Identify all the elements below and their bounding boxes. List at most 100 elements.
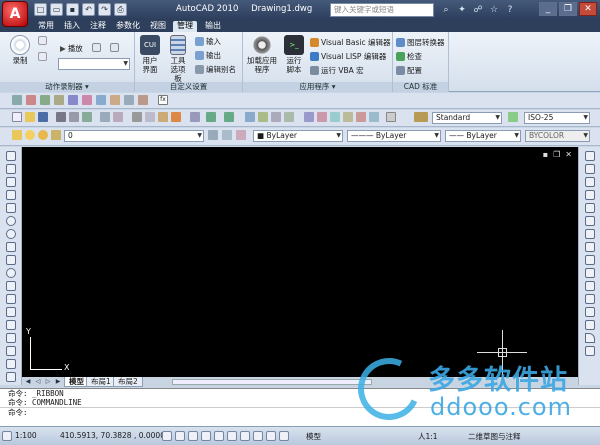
stretch-icon[interactable]: [585, 255, 595, 265]
make-current-icon[interactable]: [208, 130, 218, 140]
hatch-icon[interactable]: [6, 333, 16, 343]
color-select[interactable]: ■ ByLayer ▼: [253, 130, 343, 142]
communication-icon[interactable]: ☍: [472, 4, 484, 16]
minimize-icon[interactable]: ▪: [543, 150, 548, 159]
break-icon[interactable]: [585, 294, 595, 304]
rectangle-icon[interactable]: [6, 203, 16, 213]
redo-icon[interactable]: [224, 112, 234, 122]
toolbar-icon[interactable]: [124, 95, 134, 105]
arc-icon[interactable]: [6, 216, 16, 226]
binoculars-icon[interactable]: ⌕: [440, 4, 452, 16]
minimize-icon[interactable]: _: [539, 2, 557, 16]
toolbar-icon[interactable]: [113, 112, 123, 122]
scale-icon[interactable]: [2, 431, 12, 441]
dim-style-select[interactable]: ISO-25 ▼: [524, 112, 590, 124]
new-icon[interactable]: [12, 112, 22, 122]
drawing-canvas[interactable]: ▪ ❐ ✕ Y X: [22, 147, 578, 377]
table-icon[interactable]: [6, 372, 16, 382]
recorder-icon-3[interactable]: [92, 43, 101, 52]
copy-icon[interactable]: [585, 164, 595, 174]
tab-view[interactable]: 视图: [146, 21, 170, 32]
subscription-icon[interactable]: ✦: [456, 4, 468, 16]
plot-icon[interactable]: ⎙: [114, 3, 127, 16]
toolbar-icon[interactable]: [82, 95, 92, 105]
layer-translator-button[interactable]: 图层转换器: [396, 37, 445, 48]
tab-manage[interactable]: 管理: [173, 21, 197, 32]
scale-icon[interactable]: [585, 242, 595, 252]
restore-icon[interactable]: ❐: [553, 150, 560, 159]
point-icon[interactable]: [6, 320, 16, 330]
toolbar-icon[interactable]: [26, 95, 36, 105]
next-tab-icon[interactable]: ▷: [44, 378, 52, 386]
tab-insert[interactable]: 插入: [60, 21, 84, 32]
export-button[interactable]: 输出: [195, 50, 221, 61]
toolbar-icon[interactable]: [68, 95, 78, 105]
tool-palettes-button[interactable]: 工具选项板: [165, 35, 191, 83]
open-icon[interactable]: [25, 112, 35, 122]
edit-aliases-button[interactable]: 编辑别名: [195, 64, 236, 75]
run-vba-macro-button[interactable]: 运行 VBA 宏: [310, 65, 364, 76]
mirror-icon[interactable]: [585, 177, 595, 187]
gradient-icon[interactable]: [6, 346, 16, 356]
lock-icon[interactable]: [51, 130, 61, 140]
toolbar-icon[interactable]: [110, 95, 120, 105]
help-icon[interactable]: [386, 112, 396, 122]
fillet-icon[interactable]: [585, 333, 595, 343]
ellipse-arc-icon[interactable]: [6, 281, 16, 291]
user-interface-button[interactable]: CUI 用户界面: [138, 35, 162, 74]
layer-manager-icon[interactable]: [12, 130, 22, 140]
plotstyle-select[interactable]: BYCOLOR ▼: [525, 130, 590, 142]
lineweight-icon[interactable]: [266, 431, 276, 441]
undo-icon[interactable]: [206, 112, 216, 122]
lightbulb-icon[interactable]: [25, 130, 35, 140]
run-script-button[interactable]: >_ 运行脚本: [281, 35, 307, 74]
help-icon[interactable]: ?: [504, 4, 516, 16]
horizontal-scrollbar[interactable]: [172, 379, 372, 385]
block-editor-icon[interactable]: [190, 112, 200, 122]
join-icon[interactable]: [585, 307, 595, 317]
first-tab-icon[interactable]: ◀: [24, 378, 32, 386]
close-icon[interactable]: ✕: [565, 150, 572, 159]
spline-icon[interactable]: [6, 255, 16, 265]
polygon-icon[interactable]: [6, 190, 16, 200]
paste-icon[interactable]: [158, 112, 168, 122]
otrack-icon[interactable]: [227, 431, 237, 441]
construction-line-icon[interactable]: [6, 164, 16, 174]
macro-select[interactable]: ▼: [58, 58, 130, 70]
circle-icon[interactable]: [6, 229, 16, 239]
pan-icon[interactable]: [245, 112, 255, 122]
load-application-button[interactable]: 加载应用程序: [245, 35, 279, 74]
redo-icon[interactable]: ↷: [98, 3, 111, 16]
last-tab-icon[interactable]: ▶: [54, 378, 62, 386]
record-button[interactable]: 录制: [6, 35, 34, 65]
tool-palettes-icon[interactable]: [330, 112, 340, 122]
configure-button[interactable]: 配置: [396, 65, 422, 76]
trim-icon[interactable]: [585, 268, 595, 278]
import-button[interactable]: 输入: [195, 36, 221, 47]
offset-icon[interactable]: [585, 190, 595, 200]
osnap-icon[interactable]: [214, 431, 224, 441]
application-menu-button[interactable]: A: [2, 1, 28, 27]
recorder-icon-1[interactable]: [38, 36, 47, 45]
recorder-icon-2[interactable]: [38, 52, 47, 61]
ellipse-icon[interactable]: [6, 268, 16, 278]
play-button[interactable]: ▶ 播放: [60, 43, 83, 54]
undo-icon[interactable]: ↶: [82, 3, 95, 16]
annotation-scale[interactable]: 人1:1: [418, 431, 438, 442]
rotate-icon[interactable]: [585, 229, 595, 239]
chamfer-icon[interactable]: [585, 320, 595, 330]
tab-parametric[interactable]: 参数化: [112, 21, 144, 32]
vlisp-editor-button[interactable]: Visual LISP 编辑器: [310, 51, 386, 62]
text-style-select[interactable]: Standard ▼: [432, 112, 502, 124]
ortho-icon[interactable]: [188, 431, 198, 441]
polyline-icon[interactable]: [6, 177, 16, 187]
open-icon[interactable]: ▭: [50, 3, 63, 16]
command-line[interactable]: 命令: _RIBBON 命令: COMMANDLINE 命令:: [0, 388, 600, 426]
snap-icon[interactable]: [162, 431, 172, 441]
quick-properties-icon[interactable]: [279, 431, 289, 441]
workspace-switch[interactable]: 二维草图与注释: [468, 431, 521, 442]
ducs-icon[interactable]: [240, 431, 250, 441]
save-icon[interactable]: ▪: [66, 3, 79, 16]
search-input[interactable]: 键入关键字或短语: [330, 3, 434, 17]
dyn-icon[interactable]: [253, 431, 263, 441]
